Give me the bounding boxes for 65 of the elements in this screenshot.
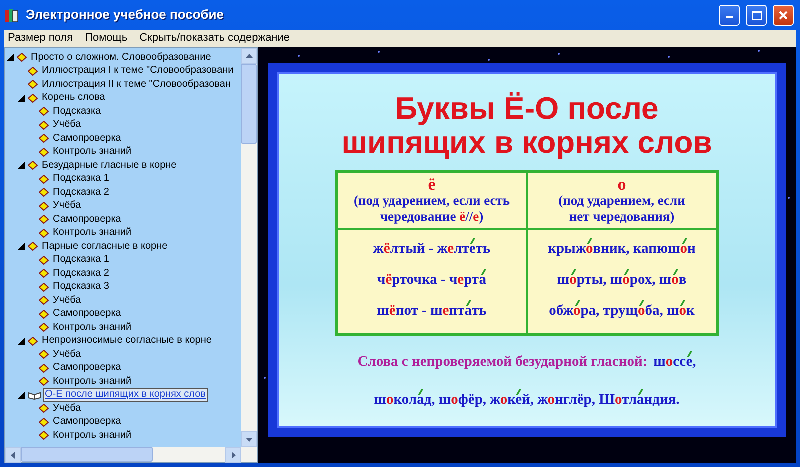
tree-item[interactable]: Самопроверка — [52, 308, 122, 320]
scroll-button[interactable] — [241, 431, 257, 447]
tree-item[interactable]: Учёба — [52, 348, 82, 361]
minimize-button[interactable] — [719, 4, 740, 26]
scroll-button[interactable] — [225, 447, 241, 463]
header-note: (под ударением, если нет чередования) — [558, 193, 686, 225]
tree-item[interactable]: Подсказка 2 — [52, 186, 110, 199]
tree-item[interactable]: Подсказка 2 — [52, 268, 110, 280]
tree-item[interactable]: Самопроверка — [52, 132, 122, 145]
scroll-button[interactable] — [241, 48, 257, 64]
tree-item[interactable]: Иллюстрация I к теме "Словообразовани — [41, 65, 235, 78]
tree-item[interactable]: Безударные гласные в корне — [41, 160, 178, 172]
tree-item[interactable]: Подсказка — [52, 106, 102, 118]
example-words: обжора, трущоба, шок — [532, 296, 712, 327]
close-icon — [779, 10, 788, 20]
tree-item[interactable]: Непроизносимые согласные в корне — [41, 335, 213, 348]
maximize-button[interactable] — [746, 4, 767, 26]
expander-icon[interactable] — [7, 54, 14, 62]
maximize-icon — [752, 10, 762, 20]
menu-item[interactable]: Размер поля — [8, 30, 74, 47]
scroll-button[interactable] — [5, 447, 21, 463]
tree-item[interactable]: Самопроверка — [52, 362, 122, 374]
open-book-icon — [28, 390, 41, 400]
tree-item[interactable]: Учёба — [52, 294, 82, 307]
example-words: шоссе, — [654, 354, 696, 370]
arrow-down-icon — [246, 436, 252, 442]
tree-item[interactable]: Парные согласные в корне — [41, 240, 169, 253]
header-note: (под ударением, если есть чередование ё//е) — [352, 193, 512, 225]
tree-item[interactable]: Самопроверка — [52, 214, 122, 226]
arrow-up-icon — [246, 52, 252, 60]
scroll-thumb[interactable] — [241, 64, 257, 144]
example-words: жёлтый - желтеть — [342, 234, 522, 265]
header-letter: ё — [427, 176, 437, 193]
tree-item[interactable]: Контроль знаний — [52, 227, 133, 240]
header-letter: о — [616, 176, 628, 193]
example-words: шёпот - шептать — [342, 296, 522, 327]
tree-item[interactable]: Просто о сложном. Словообразование — [30, 52, 212, 64]
scroll-thumb[interactable] — [21, 447, 153, 462]
tree-item[interactable]: Подсказка 1 — [52, 254, 110, 266]
tree-item[interactable]: Учёба — [52, 200, 82, 212]
window-title: Электронное учебное пособие — [26, 6, 224, 24]
tree-item[interactable]: Корень слова — [41, 92, 106, 104]
example-words: шорты, шорох, шов — [532, 265, 712, 296]
books-icon — [4, 7, 20, 23]
slide-title: Буквы Ё-О после шипящих в корнях слов — [342, 92, 712, 160]
example-words: шоколад, шофёр, жокей, жонглёр, Шотландия. — [374, 390, 680, 412]
note-label: Слова с непроверяемой безударной гласной: — [358, 354, 648, 370]
tree-item[interactable]: Контроль знаний — [52, 146, 133, 158]
example-words: крыжовник, капюшон — [532, 234, 712, 265]
tree-item[interactable]: Контроль знаний — [52, 376, 133, 388]
tree-item[interactable]: Подсказка 3 — [52, 281, 110, 294]
tree-item[interactable]: Подсказка 1 — [52, 173, 110, 186]
example-words: чёрточка - черта — [342, 265, 522, 296]
tree-item[interactable]: Контроль знаний — [52, 322, 133, 334]
tree-item[interactable]: Иллюстрация II к теме "Словообразован — [41, 78, 232, 91]
tree-item[interactable]: Контроль знаний — [52, 430, 133, 442]
close-button[interactable] — [773, 4, 794, 26]
tree-item[interactable]: Учёба — [52, 119, 82, 132]
arrow-left-icon — [10, 452, 16, 458]
menu-item[interactable]: Помощь — [85, 30, 128, 47]
tree-item[interactable]: Самопроверка — [52, 416, 122, 428]
tree-item[interactable]: О-Ё после шипящих в корнях слов — [44, 389, 207, 402]
arrow-right-icon — [230, 452, 236, 458]
tree-item[interactable]: Учёба — [52, 402, 82, 415]
menu-item[interactable]: Скрыть/показать содержание — [140, 30, 290, 47]
